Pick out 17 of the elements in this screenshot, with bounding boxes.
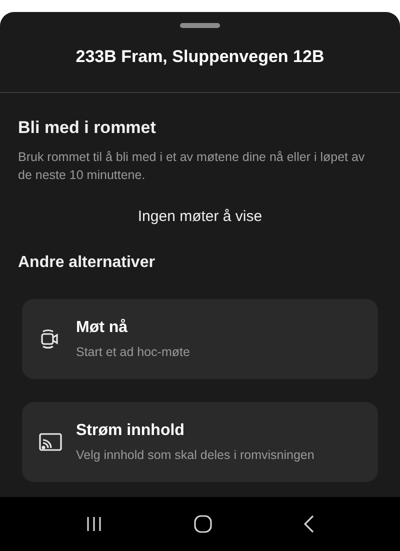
option-title: Møt nå: [76, 318, 129, 338]
section-heading: Bli med i rommet: [18, 116, 157, 138]
video-camera-icon: [40, 328, 60, 350]
sheet-title: 233B Fram, Sluppenvegen 12B: [76, 46, 324, 68]
option-card[interactable]: Møt nå Start et ad hoc-møte: [22, 298, 378, 378]
recent-apps-icon[interactable]: [86, 516, 102, 532]
back-icon[interactable]: [304, 515, 314, 533]
option-title: Strøm innhold: [76, 420, 186, 441]
cast-icon: [38, 432, 62, 450]
drag-handle[interactable]: [180, 23, 220, 28]
home-icon[interactable]: [194, 515, 212, 533]
option-subtitle: Velg innhold som skal deles i romvisningen: [76, 446, 314, 464]
option-card[interactable]: Strøm innhold Velg innhold som skal deles i romvisningen: [22, 402, 378, 482]
section-description: Bruk rommet til å bli med i et av møtene dine nå eller i løpet av de neste 10 minuttene.: [18, 149, 366, 184]
empty-message: Ingen møter å vise: [138, 207, 262, 227]
option-subtitle: Start et ad hoc-møte: [76, 344, 190, 361]
section-heading: Andre alternativer: [18, 252, 156, 272]
